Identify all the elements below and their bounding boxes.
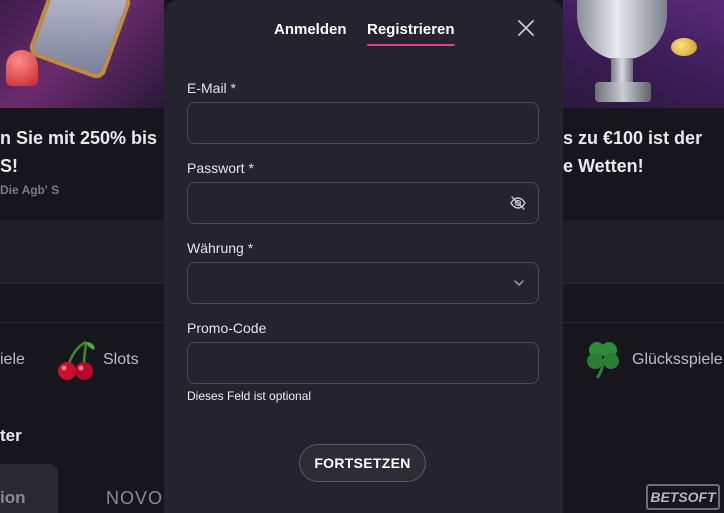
clover-icon — [587, 342, 619, 379]
terms-link[interactable]: Die Agb' S — [0, 183, 59, 197]
trophy-graphic — [577, 0, 667, 60]
promo-right-text: s zu €100 ist der — [563, 128, 703, 148]
promo-banner-left[interactable] — [0, 0, 164, 108]
category-games[interactable]: iele — [0, 351, 25, 369]
promo-left-text-2: S! — [0, 156, 18, 176]
page: n Sie mit 250% bis S! Die Agb' S s zu €1… — [0, 0, 724, 513]
promo-code-label: Promo-Code — [187, 320, 267, 336]
promo-code-field[interactable] — [187, 342, 539, 384]
promo-banner-right[interactable] — [563, 0, 724, 108]
password-field[interactable] — [187, 182, 539, 224]
bell-graphic — [6, 50, 38, 86]
provider-tile-label: ion — [0, 488, 26, 507]
auth-modal: Anmelden Registrieren E-Mail * Passwort … — [164, 0, 563, 513]
promo-left-text: n Sie mit 250% bis — [0, 128, 158, 148]
chevron-down-icon — [514, 280, 524, 286]
close-icon[interactable] — [515, 17, 537, 39]
category-gambling[interactable]: Glücksspiele — [632, 351, 723, 369]
auth-tabs: Anmelden Registrieren — [164, 20, 563, 50]
promo-right-text-2: e Wetten! — [563, 156, 644, 176]
coin-graphic — [671, 38, 697, 56]
provider-logo-betsoft[interactable]: BETSOFT — [646, 484, 720, 510]
category-slots[interactable]: Slots — [103, 351, 139, 369]
section-title: ter — [0, 426, 22, 445]
tab-register[interactable]: Registrieren — [367, 20, 455, 46]
slot-machine-graphic — [27, 0, 133, 81]
currency-label: Währung * — [187, 240, 254, 256]
tab-login[interactable]: Anmelden — [274, 20, 347, 46]
continue-button[interactable]: FORTSETZEN — [299, 444, 426, 482]
tab-register-label: Registrieren — [367, 21, 455, 38]
trophy-base — [595, 82, 651, 102]
promo-code-helper: Dieses Feld ist optional — [187, 389, 312, 403]
trophy-stem — [611, 58, 633, 84]
eye-off-icon[interactable] — [509, 194, 527, 212]
active-tab-indicator — [367, 44, 455, 46]
cherry-icon — [58, 340, 95, 380]
password-label: Passwort * — [187, 160, 254, 176]
email-label: E-Mail * — [187, 80, 237, 96]
email-field[interactable] — [187, 102, 539, 144]
currency-select[interactable] — [187, 262, 539, 304]
tab-login-label: Anmelden — [274, 21, 347, 38]
